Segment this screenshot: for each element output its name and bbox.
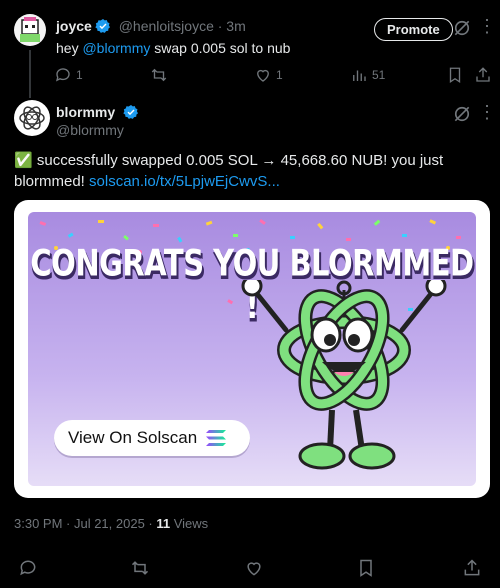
reply-count: 1 xyxy=(76,68,83,82)
share-icon[interactable] xyxy=(474,66,492,84)
more-icon[interactable]: ⋮ xyxy=(478,102,496,123)
grok-icon[interactable] xyxy=(452,104,472,124)
reply-text-prefix: hey xyxy=(56,40,83,56)
main-author-handle[interactable]: @blormmy xyxy=(56,122,124,138)
solscan-link[interactable]: solscan.io/tx/5LpjwEjCwvS... xyxy=(89,173,280,190)
reply-avatar[interactable] xyxy=(14,14,46,46)
like-count: 1 xyxy=(276,68,283,82)
like-icon[interactable] xyxy=(244,558,264,578)
reply-icon xyxy=(55,68,70,82)
repost-icon xyxy=(151,68,167,82)
more-icon[interactable]: ⋮ xyxy=(478,16,497,37)
reply-text-suffix: swap 0.005 sol to nub xyxy=(150,40,291,56)
views-label: Views xyxy=(170,516,209,531)
reply-action-repost[interactable] xyxy=(150,66,172,84)
bookmark-icon[interactable] xyxy=(356,558,376,578)
grok-icon[interactable] xyxy=(452,18,472,38)
reply-action-views[interactable]: 51 xyxy=(350,66,385,84)
reply-author-handle[interactable]: @henloitsjoyce xyxy=(119,18,214,34)
verified-icon xyxy=(123,105,139,119)
reply-author-name[interactable]: joyce xyxy=(56,18,92,34)
share-icon[interactable] xyxy=(462,558,482,578)
main-author-name-row: blormmy xyxy=(56,104,139,120)
reply-icon[interactable] xyxy=(18,558,38,578)
reply-text: hey @blormmy swap 0.005 sol to nub xyxy=(56,40,290,56)
views-count: 51 xyxy=(372,68,386,82)
repost-icon[interactable] xyxy=(130,558,150,578)
view-on-solscan-label: View On Solscan xyxy=(68,428,198,447)
congrats-image[interactable]: CONGRATS YOU BLORMMED ! View On Solscan xyxy=(28,212,476,486)
views-count-main: 11 xyxy=(156,516,171,531)
reply-action-like[interactable]: 1 xyxy=(254,66,283,84)
like-icon xyxy=(257,69,269,82)
promote-button[interactable]: Promote xyxy=(374,18,453,41)
verified-icon xyxy=(95,19,110,33)
main-author-name[interactable]: blormmy xyxy=(56,104,115,120)
atom-mascot-icon xyxy=(19,106,45,130)
solana-icon xyxy=(206,430,227,446)
reply-mention-link[interactable]: @blormmy xyxy=(82,40,150,56)
thread-line xyxy=(29,50,31,98)
post-timestamp: 3:30 PM · Jul 21, 2025 · 11 Views xyxy=(14,516,208,531)
check-emoji: ✅ xyxy=(14,152,33,169)
views-icon xyxy=(353,70,366,81)
main-avatar[interactable] xyxy=(14,100,50,136)
main-post-text: ✅ successfully swapped 0.005 SOL → 45,66… xyxy=(14,150,484,192)
bookmark-icon[interactable] xyxy=(446,66,464,84)
reply-header: joyce @henloitsjoyce · 3m xyxy=(56,18,246,34)
view-on-solscan-button[interactable]: View On Solscan xyxy=(54,420,250,456)
timestamp-text[interactable]: 3:30 PM · Jul 21, 2025 · xyxy=(14,516,156,531)
reply-time[interactable]: · 3m xyxy=(218,18,246,34)
pixel-avatar-icon xyxy=(20,17,40,42)
reply-action-reply[interactable]: 1 xyxy=(54,66,83,84)
blormmy-mascot xyxy=(241,280,447,470)
